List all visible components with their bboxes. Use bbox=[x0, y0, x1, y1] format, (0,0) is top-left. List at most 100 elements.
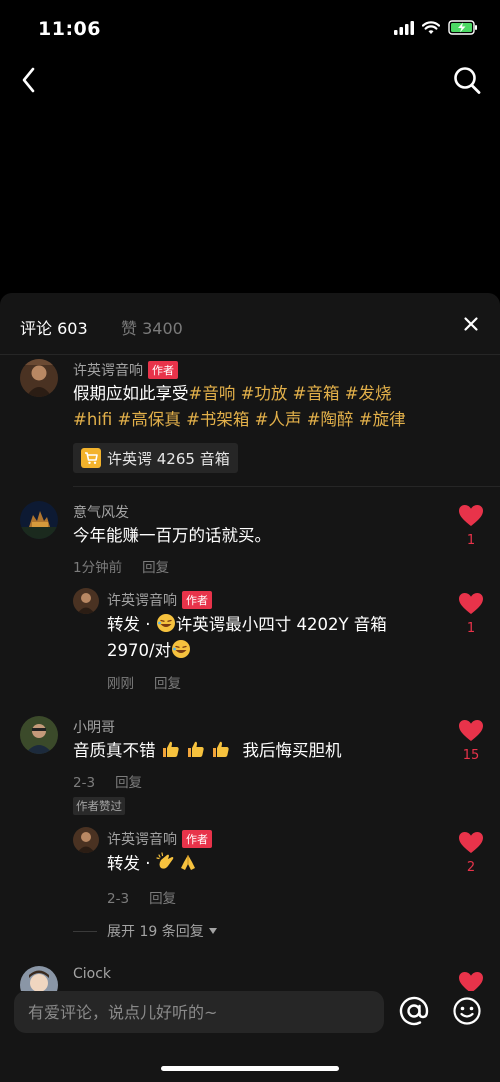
comment-username[interactable]: Ciock bbox=[73, 966, 111, 982]
heart-icon bbox=[459, 720, 483, 741]
avatar[interactable] bbox=[20, 966, 58, 991]
like-count: 15 bbox=[462, 748, 480, 763]
divider bbox=[73, 486, 500, 487]
comment-item: 小明哥 音质真不错 我后悔买胆机 2-3 回复 作者赞过 15 许英谔音响 作者… bbox=[0, 711, 500, 951]
wifi-icon bbox=[422, 20, 440, 34]
reply-text-part: 许英谔最小四寸 4202Y 音箱 bbox=[175, 615, 387, 634]
product-link[interactable]: 许英谔 4265 音箱 bbox=[73, 443, 238, 473]
comment-item: 意气风发 今年能赚一百万的话就买。 1分钟前 回复 1 许英谔音响作者 转发 ·… bbox=[0, 496, 500, 696]
comment-text-part: 音质真不错 bbox=[73, 741, 156, 760]
product-label: 许英谔 4265 音箱 bbox=[107, 449, 230, 468]
reply-button[interactable]: 回复 bbox=[154, 676, 181, 692]
comment-input-bar bbox=[0, 991, 500, 1049]
close-icon bbox=[464, 317, 478, 331]
comment-sheet: 评论 603 赞 3400 许英谔音响 作者 假期应如此享受#音响 #功放 #音… bbox=[0, 293, 500, 1082]
reply-text: 转发 · bbox=[107, 851, 198, 877]
caret-down-icon bbox=[209, 928, 218, 934]
folded-hands-emoji-icon bbox=[180, 855, 195, 870]
reply-button[interactable]: 回复 bbox=[142, 560, 169, 576]
comment-text-main: 假期应如此享受 bbox=[73, 384, 189, 403]
like-button[interactable] bbox=[458, 971, 484, 991]
at-icon bbox=[399, 996, 429, 1026]
comment-input[interactable] bbox=[14, 991, 384, 1033]
like-count: 2 bbox=[466, 860, 476, 875]
laughing-emoji-icon bbox=[172, 640, 191, 658]
reply-prefix: 转发 · bbox=[107, 615, 156, 634]
expand-divider bbox=[73, 931, 97, 932]
comment-item: 许英谔音响 作者 假期应如此享受#音响 #功放 #音箱 #发烧 #hifi #高保… bbox=[0, 355, 500, 485]
reply-button[interactable]: 回复 bbox=[115, 775, 142, 791]
laughing-emoji-icon bbox=[156, 614, 175, 632]
avatar[interactable] bbox=[73, 588, 99, 614]
comment-meta: 1分钟前 回复 bbox=[73, 556, 169, 576]
thumbs-up-emoji-icon bbox=[213, 741, 229, 757]
heart-icon bbox=[459, 593, 483, 614]
thumbs-up-emoji-icon bbox=[162, 741, 179, 757]
author-tag: 作者 bbox=[182, 591, 212, 609]
smiley-icon bbox=[453, 997, 481, 1025]
heart-icon bbox=[459, 505, 483, 526]
search-icon bbox=[454, 67, 481, 94]
status-bar: 11:06 bbox=[0, 0, 500, 56]
signal-icon bbox=[394, 20, 414, 35]
tab-likes[interactable]: 赞 3400 bbox=[121, 315, 183, 339]
clapping-hands-emoji-icon bbox=[156, 852, 174, 869]
author-tag: 作者 bbox=[182, 830, 212, 848]
reply-meta: 刚刚 回复 bbox=[107, 672, 181, 692]
comment-username[interactable]: 小明哥 bbox=[73, 717, 115, 737]
chevron-left-icon bbox=[22, 67, 35, 93]
reply-time: 刚刚 bbox=[107, 676, 134, 692]
comment-username[interactable]: 许英谔音响 作者 bbox=[73, 360, 178, 380]
tab-comments[interactable]: 评论 603 bbox=[20, 315, 88, 339]
back-button[interactable] bbox=[14, 60, 44, 100]
like-button[interactable]: 1 bbox=[458, 592, 484, 636]
reply-meta: 2-3 回复 bbox=[107, 887, 176, 907]
expand-replies-button[interactable]: 展开 19 条回复 bbox=[107, 921, 218, 941]
comment-text: 假期应如此享受#音响 #功放 #音箱 #发烧 #hifi #高保真 #书架箱 #… bbox=[73, 381, 423, 433]
author-liked-badge: 作者赞过 bbox=[73, 797, 125, 815]
mention-button[interactable] bbox=[398, 995, 430, 1027]
reply-button[interactable]: 回复 bbox=[149, 891, 176, 907]
hashtags[interactable]: #音响 #功放 #音箱 #发烧 bbox=[189, 384, 392, 403]
avatar[interactable] bbox=[20, 359, 58, 397]
reply-prefix: 转发 · bbox=[107, 854, 156, 873]
search-button[interactable] bbox=[448, 60, 486, 100]
comment-item: Ciock bbox=[0, 961, 500, 991]
reply-username[interactable]: 许英谔音响 作者 bbox=[107, 829, 212, 849]
status-time: 11:06 bbox=[38, 18, 101, 40]
comment-list: 许英谔音响 作者 假期应如此享受#音响 #功放 #音箱 #发烧 #hifi #高保… bbox=[0, 355, 500, 991]
heart-icon bbox=[459, 972, 483, 991]
comment-time: 2-3 bbox=[73, 775, 96, 791]
battery-charging-icon bbox=[448, 20, 477, 35]
reply-text: 转发 · 许英谔最小四寸 4202Y 音箱 2970/对 bbox=[107, 612, 437, 664]
thumbs-up-emoji-icon bbox=[188, 741, 204, 757]
status-icons bbox=[394, 20, 478, 35]
shopping-cart-icon bbox=[81, 448, 101, 468]
close-button[interactable] bbox=[460, 313, 482, 335]
author-tag: 作者 bbox=[148, 361, 178, 379]
like-count: 1 bbox=[466, 533, 476, 548]
comment-meta: 2-3 回复 bbox=[73, 771, 142, 791]
comment-text: 音质真不错 我后悔买胆机 bbox=[73, 738, 342, 764]
username-text: 许英谔音响 bbox=[107, 832, 177, 848]
like-button[interactable]: 1 bbox=[458, 504, 484, 548]
avatar[interactable] bbox=[73, 827, 99, 853]
comment-username[interactable]: 意气风发 bbox=[73, 502, 129, 522]
emoji-button[interactable] bbox=[452, 996, 482, 1026]
top-nav bbox=[0, 60, 500, 100]
username-text: 许英谔音响 bbox=[107, 593, 177, 609]
sheet-header: 评论 603 赞 3400 bbox=[0, 293, 500, 355]
avatar[interactable] bbox=[20, 716, 58, 754]
reply-text-part: 2970/对 bbox=[107, 641, 172, 660]
like-button[interactable]: 15 bbox=[458, 719, 484, 763]
comment-text-part: 我后悔买胆机 bbox=[242, 741, 342, 760]
avatar[interactable] bbox=[20, 501, 58, 539]
hashtags[interactable]: #hifi #高保真 #书架箱 #人声 #陶醉 #旋律 bbox=[73, 410, 406, 429]
like-button[interactable]: 2 bbox=[458, 831, 484, 875]
comment-time: 1分钟前 bbox=[73, 560, 123, 576]
heart-icon bbox=[459, 832, 483, 853]
username-text: 许英谔音响 bbox=[73, 363, 143, 379]
reply-time: 2-3 bbox=[107, 891, 130, 907]
comment-text: 今年能赚一百万的话就买。 bbox=[73, 526, 271, 545]
reply-username[interactable]: 许英谔音响 作者 bbox=[107, 590, 212, 610]
